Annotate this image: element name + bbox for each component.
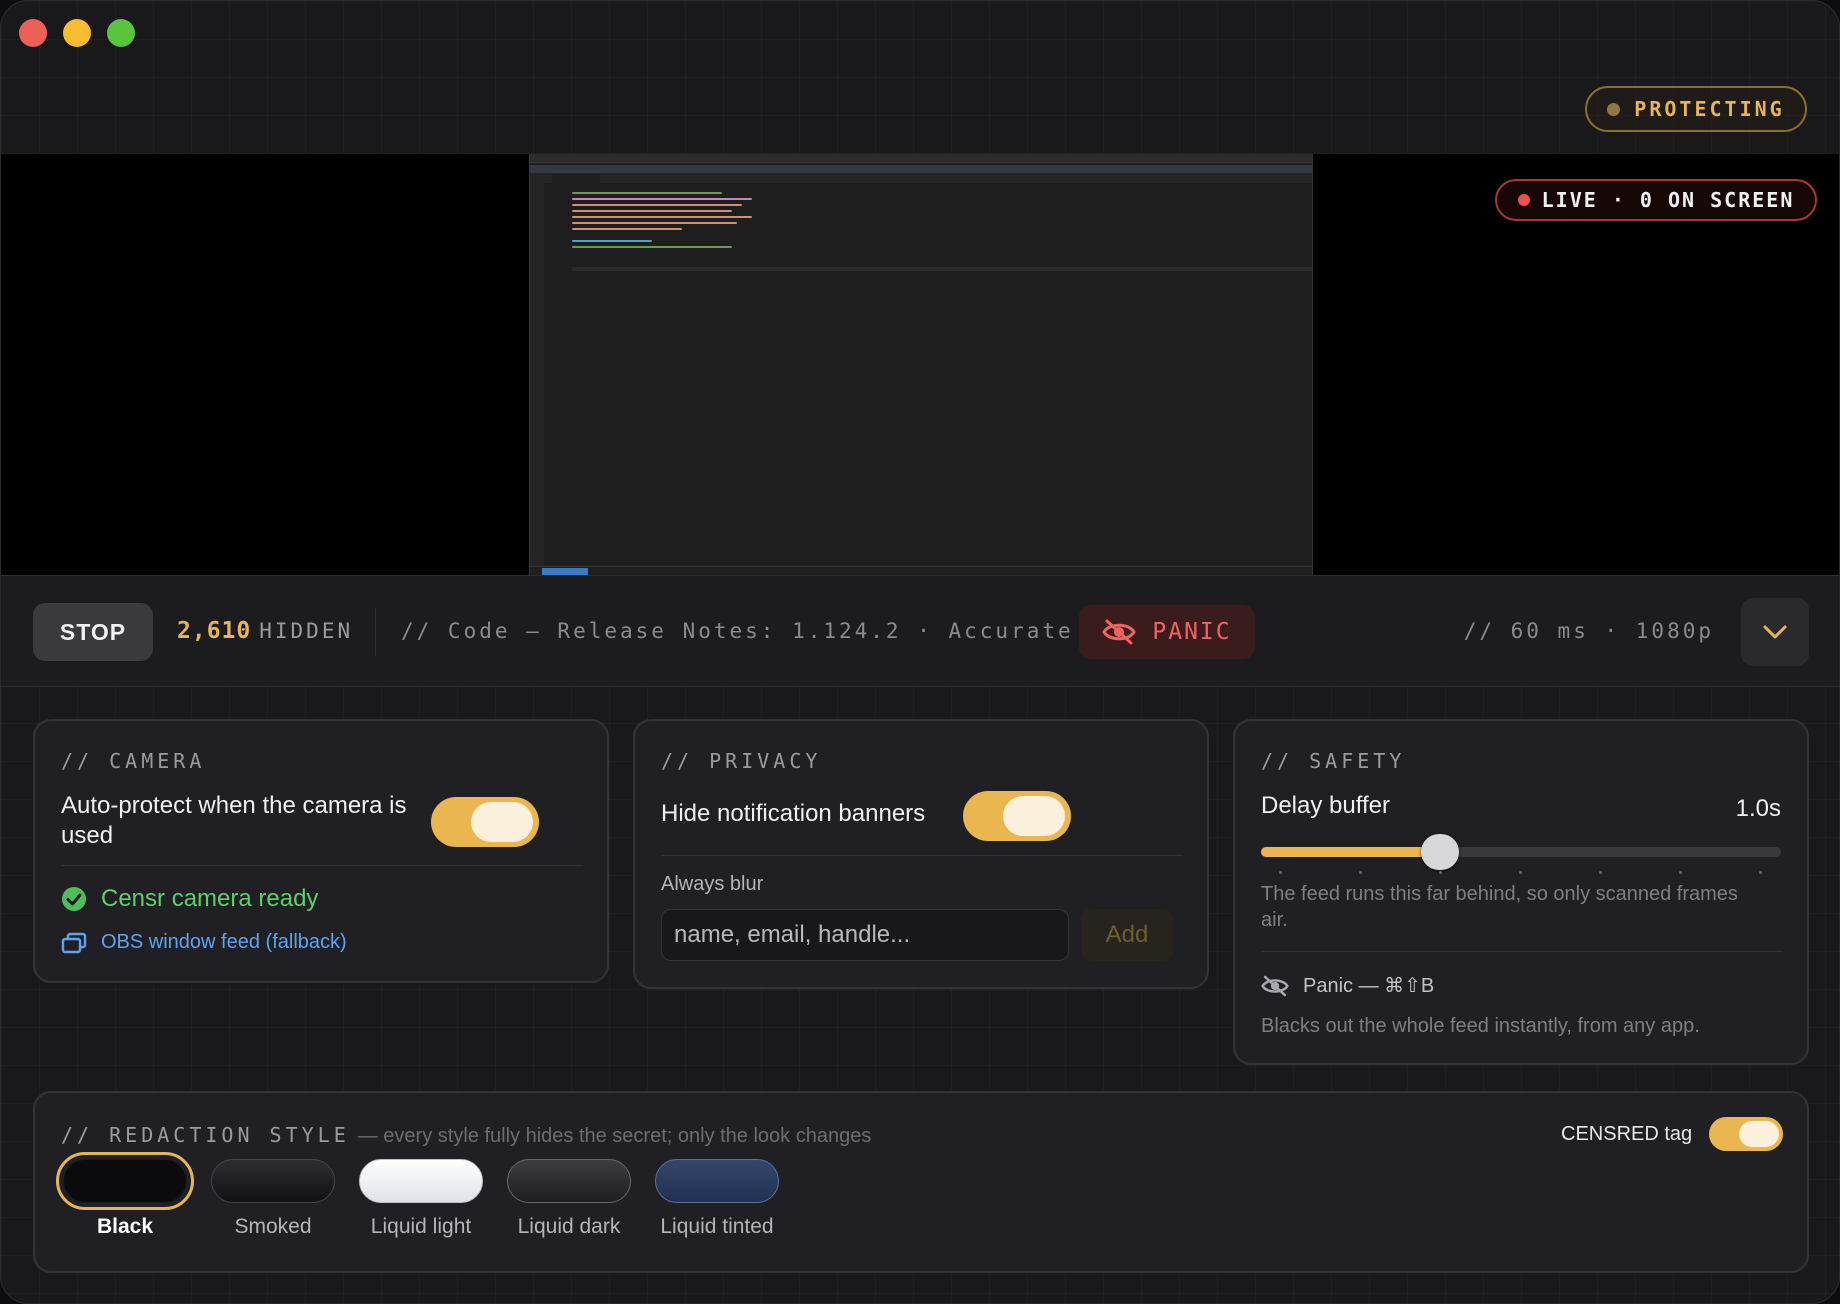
redaction-style-card: // REDACTION STYLE — every style fully hi…: [33, 1091, 1809, 1273]
hidden-counter: 2,610 HIDDEN: [177, 618, 353, 644]
slider-handle[interactable]: [1421, 834, 1460, 870]
protecting-label: PROTECTING: [1634, 97, 1785, 121]
window-stack-icon: [61, 932, 87, 953]
style-swatch: [211, 1159, 335, 1203]
protecting-status-badge: PROTECTING: [1585, 86, 1807, 132]
style-swatch: [359, 1159, 483, 1203]
chevron-down-icon: [1763, 625, 1787, 639]
redaction-style-subtitle: — every style fully hides the secret; on…: [357, 1125, 872, 1147]
style-option-liquid-light[interactable]: Liquid light: [359, 1159, 483, 1239]
eye-slash-icon: [1102, 619, 1137, 645]
captured-screen-thumbnail: [529, 154, 1313, 575]
auto-protect-label: Auto-protect when the camera is used: [61, 792, 407, 849]
slider-fill: [1261, 847, 1441, 857]
live-indicator-badge: LIVE · 0 ON SCREEN: [1495, 179, 1817, 221]
panic-shortcut-label: Panic — ⌘⇧B: [1303, 975, 1435, 997]
divider: [61, 865, 583, 866]
delay-buffer-slider[interactable]: [1261, 834, 1781, 874]
redaction-style-title: // REDACTION STYLE: [61, 1123, 350, 1147]
stop-button[interactable]: STOP: [33, 603, 153, 661]
divider: [661, 855, 1183, 856]
divider: [375, 608, 376, 656]
eye-slash-icon: [1261, 975, 1289, 996]
camera-status: Censr camera ready: [61, 885, 318, 913]
delay-buffer-value: 1.0s: [1735, 795, 1781, 822]
active-window-context: // Code — Release Notes: 1.124.2 · Accur…: [401, 619, 1074, 643]
hidden-count-value: 2,610: [177, 618, 252, 644]
panic-label: PANIC: [1152, 619, 1232, 645]
always-blur-input[interactable]: [661, 909, 1069, 961]
style-option-smoked[interactable]: Smoked: [211, 1159, 335, 1239]
live-dot-icon: [1517, 194, 1530, 206]
zoom-window-button[interactable]: [107, 19, 135, 47]
obs-fallback-link[interactable]: OBS window feed (fallback): [61, 931, 347, 954]
delay-buffer-help: The feed runs this far behind, so only s…: [1261, 883, 1738, 931]
panic-button[interactable]: PANIC: [1079, 605, 1255, 659]
auto-protect-toggle[interactable]: [431, 797, 539, 847]
camera-card: // CAMERA Auto-protect when the camera i…: [33, 719, 609, 983]
style-option-label: Black: [96, 1215, 154, 1238]
style-swatch: [507, 1159, 631, 1203]
add-blur-term-button[interactable]: Add: [1081, 909, 1173, 961]
latency-resolution-stats: // 60 ms · 1080p: [1463, 619, 1714, 643]
hide-banners-label: Hide notification banners: [661, 800, 926, 827]
style-option-label: Liquid light: [370, 1215, 472, 1238]
always-blur-label: Always blur: [661, 873, 764, 895]
censred-tag-toggle[interactable]: [1709, 1117, 1783, 1151]
minimize-window-button[interactable]: [63, 19, 91, 47]
hidden-count-label: HIDDEN: [259, 619, 354, 643]
safety-card: // SAFETY Delay buffer 1.0s The feed run…: [1233, 719, 1809, 1065]
style-option-label: Liquid tinted: [660, 1215, 774, 1238]
privacy-card: // PRIVACY Hide notification banners Alw…: [633, 719, 1209, 989]
status-dot-icon: [1607, 102, 1621, 116]
hide-banners-toggle[interactable]: [963, 791, 1071, 841]
style-option-label: Smoked: [234, 1215, 312, 1238]
live-label: LIVE · 0 ON SCREEN: [1541, 188, 1795, 212]
style-swatch: [655, 1159, 779, 1203]
window-controls: [19, 19, 135, 47]
panic-shortcut: Panic — ⌘⇧B: [1261, 973, 1434, 998]
panic-help: Blacks out the whole feed instantly, fro…: [1261, 1015, 1700, 1037]
privacy-card-title: // PRIVACY: [661, 749, 822, 773]
expand-button[interactable]: [1741, 598, 1809, 666]
redaction-style-header: // REDACTION STYLE — every style fully hi…: [61, 1123, 871, 1148]
style-swatch: [56, 1152, 194, 1210]
safety-card-title: // SAFETY: [1261, 749, 1406, 773]
camera-status-text: Censr camera ready: [101, 885, 319, 912]
style-option-black[interactable]: Black: [56, 1152, 194, 1239]
style-option-label: Liquid dark: [517, 1215, 621, 1238]
style-option-liquid-tinted[interactable]: Liquid tinted: [655, 1159, 779, 1239]
obs-fallback-label: OBS window feed (fallback): [101, 931, 347, 953]
censred-tag-label: CENSRED tag: [1561, 1123, 1693, 1145]
style-option-liquid-dark[interactable]: Liquid dark: [507, 1159, 631, 1239]
close-window-button[interactable]: [19, 19, 47, 47]
check-circle-icon: [62, 887, 86, 911]
delay-buffer-label: Delay buffer: [1261, 792, 1390, 819]
divider: [1261, 951, 1783, 952]
app-window: PROTECTING LIVE · 0 ON SCREEN STOP 2,610…: [0, 0, 1840, 1304]
camera-card-title: // CAMERA: [61, 749, 206, 773]
live-preview: LIVE · 0 ON SCREEN: [1, 154, 1839, 575]
control-bar: STOP 2,610 HIDDEN // Code — Release Notes…: [1, 575, 1839, 687]
